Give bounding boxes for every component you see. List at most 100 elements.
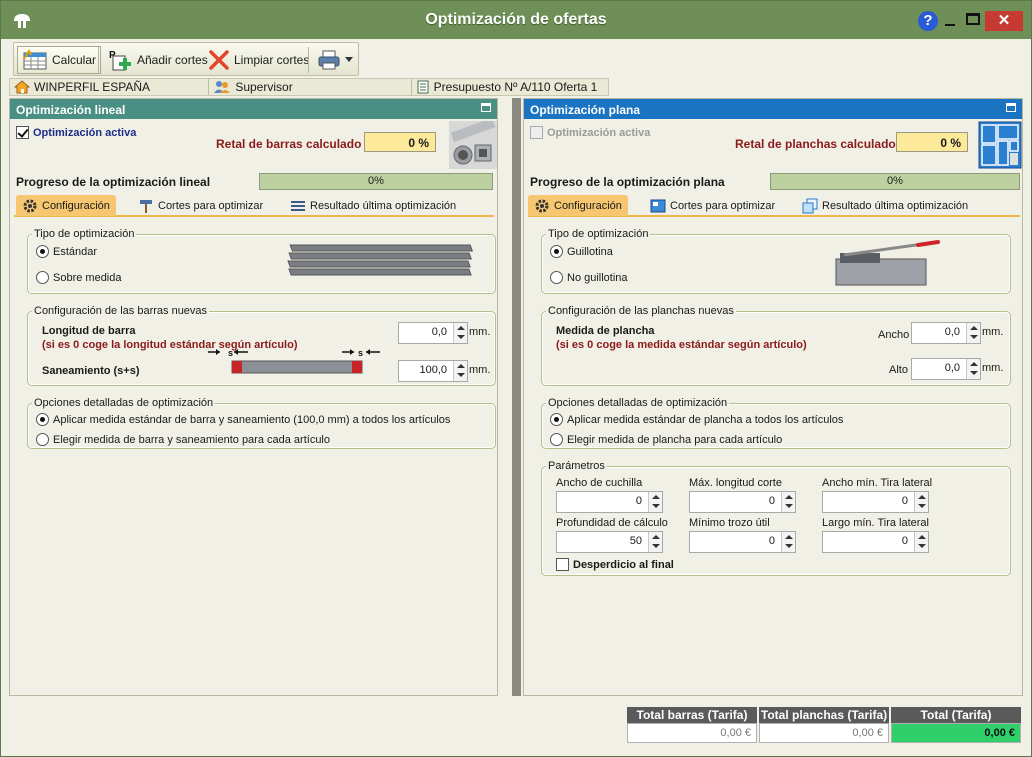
param-spinner[interactable] [648, 532, 662, 552]
window-title: Optimización de ofertas [425, 11, 607, 28]
radio-no-guillotina[interactable]: No guillotina [550, 271, 628, 284]
saneamiento-unit: mm. [469, 364, 491, 376]
radio-estandar[interactable]: Estándar [36, 245, 97, 258]
tab-configuracion-label: Configuración [554, 199, 622, 212]
presupuesto-cell: Presupuesto Nº A/110 Oferta 1 [412, 79, 608, 95]
plana-nuevas-title: Configuración de las planchas nuevas [546, 305, 736, 317]
longitud-label: Longitud de barra [42, 325, 136, 337]
tab-cortes-lineal[interactable]: Cortes para optimizar [132, 195, 269, 216]
profundidad-input[interactable]: 50 [556, 531, 663, 553]
bar-saneamiento-image: s s [208, 348, 380, 374]
param-label: Ancho de cuchilla [556, 477, 643, 489]
radio-unchecked-icon [550, 271, 563, 284]
radio-elegir-plancha[interactable]: Elegir medida de plancha para cada artíc… [550, 433, 782, 446]
hammer-icon [140, 199, 152, 213]
alto-label: Alto [889, 364, 908, 376]
longitud-input[interactable]: 0,0 [398, 322, 468, 344]
panel-maximize-icon[interactable] [481, 103, 491, 112]
max-longitud-input[interactable]: 0 [689, 491, 796, 513]
s-right-label: s [358, 348, 363, 358]
longitud-value: 0,0 [431, 326, 447, 338]
lineal-detalladas-title: Opciones detalladas de optimización [32, 397, 216, 409]
panel-splitter[interactable] [512, 98, 521, 696]
total-value: 0,00 € [891, 723, 1021, 743]
ancho-value: 0,0 [944, 326, 960, 338]
radio-guillotina[interactable]: Guillotina [550, 245, 613, 258]
tab-configuracion-label: Configuración [42, 199, 110, 212]
radio-aplicar-barra[interactable]: Aplicar medida estándar de barra y sanea… [36, 413, 450, 426]
param-value: 0 [635, 495, 642, 507]
alto-value: 0,0 [944, 362, 960, 374]
tab-resultado-plana[interactable]: Resultado última optimización [796, 195, 974, 216]
largo-tira-input[interactable]: 0 [822, 531, 929, 553]
lineal-progress-text: 0% [368, 175, 384, 187]
plana-progress-text: 0% [887, 175, 903, 187]
ancho-input[interactable]: 0,0 [911, 322, 981, 344]
ancho-spinner[interactable] [966, 323, 980, 343]
print-button[interactable] [312, 46, 358, 74]
panel-maximize-icon[interactable] [1006, 103, 1016, 112]
panel-optimizacion-plana: Optimización plana Optimización activa R… [523, 98, 1023, 696]
sheet-layout-image [978, 121, 1022, 169]
tab-cortes-label: Cortes para optimizar [670, 199, 776, 212]
title-bar: Optimización de ofertas ? ✕ [1, 1, 1031, 39]
ancho-tira-input[interactable]: 0 [822, 491, 929, 513]
chevron-down-icon[interactable] [345, 57, 353, 63]
radio-sobre-medida[interactable]: Sobre medida [36, 271, 122, 284]
bars-bundle-image [287, 244, 474, 276]
checkbox-unchecked-icon [556, 558, 569, 571]
param-spinner[interactable] [914, 532, 928, 552]
longitud-spinner[interactable] [453, 323, 467, 343]
company-cell: WINPERFIL ESPAÑA [10, 79, 210, 95]
radio-aplicar-plancha[interactable]: Aplicar medida estándar de plancha a tod… [550, 413, 843, 426]
tab-configuracion-lineal[interactable]: Configuración [16, 195, 116, 216]
maximize-button[interactable] [966, 13, 980, 25]
saneamiento-label: Saneamiento (s+s) [42, 365, 140, 377]
desperdicio-checkbox[interactable]: Desperdicio al final [556, 558, 674, 571]
stacked-sheets-icon [802, 198, 818, 213]
lineal-nuevas-title: Configuración de las barras nuevas [32, 305, 210, 317]
saneamiento-spinner[interactable] [453, 361, 467, 381]
calcular-button[interactable]: Calcular [17, 46, 102, 74]
retal-planchas-label: Retal de planchas calculado [735, 137, 896, 151]
plana-header: Optimización plana [524, 99, 1022, 119]
longitud-unit: mm. [469, 326, 491, 338]
saneamiento-input[interactable]: 100,0 [398, 360, 468, 382]
tab-resultado-lineal[interactable]: Resultado última optimización [284, 195, 462, 216]
anadir-cortes-button[interactable]: P Añadir cortes [102, 46, 213, 74]
limpiar-cortes-label: Limpiar cortes [234, 53, 310, 67]
checkbox-checked-icon [16, 126, 29, 139]
radio-elegir-barra[interactable]: Elegir medida de barra y saneamiento par… [36, 433, 330, 446]
param-spinner[interactable] [781, 532, 795, 552]
tab-resultado-label: Resultado última optimización [822, 199, 969, 212]
limpiar-cortes-button[interactable]: Limpiar cortes [203, 46, 314, 74]
radio-aplicar-plancha-label: Aplicar medida estándar de plancha a tod… [567, 413, 844, 426]
param-spinner[interactable] [648, 492, 662, 512]
lineal-activa-checkbox[interactable]: Optimización activa [16, 126, 136, 139]
house-icon [14, 80, 30, 94]
tab-cortes-plana[interactable]: Cortes para optimizar [644, 195, 781, 216]
radio-checked-icon [36, 245, 49, 258]
add-cuts-icon: P [109, 50, 131, 71]
tab-configuracion-plana[interactable]: Configuración [528, 195, 628, 216]
minimize-button[interactable] [943, 13, 959, 29]
param-spinner[interactable] [781, 492, 795, 512]
param-label: Ancho mín. Tira lateral [822, 477, 933, 489]
radio-elegir-plancha-label: Elegir medida de plancha para cada artíc… [567, 433, 783, 446]
param-value: 0 [768, 535, 775, 547]
radio-checked-icon [36, 413, 49, 426]
plana-activa-checkbox[interactable]: Optimización activa [530, 126, 650, 139]
lineal-tabs: Configuración Cortes para optimizar Resu… [14, 195, 494, 217]
ancho-cuchilla-input[interactable]: 0 [556, 491, 663, 513]
lineal-progress-bar: 0% [259, 173, 493, 190]
close-button[interactable]: ✕ [985, 11, 1023, 31]
param-spinner[interactable] [914, 492, 928, 512]
plana-activa-label: Optimización activa [547, 126, 651, 139]
lineal-header: Optimización lineal [10, 99, 497, 119]
retal-planchas-value: 0 % [896, 132, 968, 152]
alto-spinner[interactable] [966, 359, 980, 379]
info-bar: WINPERFIL ESPAÑA Supervisor Presupuesto … [9, 78, 609, 96]
help-button[interactable]: ? [918, 11, 938, 31]
alto-input[interactable]: 0,0 [911, 358, 981, 380]
minimo-trozo-input[interactable]: 0 [689, 531, 796, 553]
